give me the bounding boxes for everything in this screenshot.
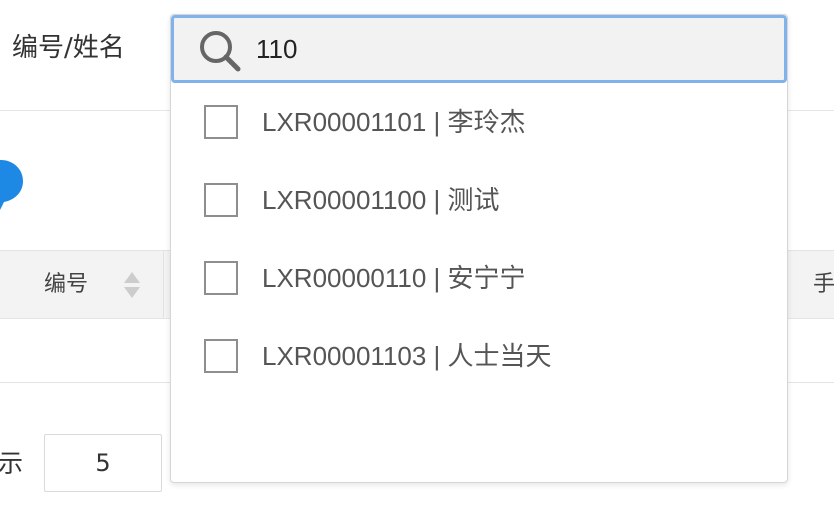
column-divider	[163, 251, 164, 318]
search-value: 110	[256, 34, 298, 64]
option-item[interactable]: LXR00001103 | 人士当天	[171, 322, 787, 390]
option-item[interactable]: LXR00001101 | 李玲杰	[171, 88, 787, 156]
option-label: LXR00001100 | 测试	[262, 185, 500, 215]
option-label: LXR00000110 | 安宁宁	[262, 263, 526, 293]
option-item[interactable]: LXR00001100 | 测试	[171, 166, 787, 234]
filter-label: 编号/姓名	[12, 33, 125, 63]
option-label: LXR00001101 | 李玲杰	[262, 107, 526, 137]
checkbox-icon[interactable]	[204, 105, 238, 139]
column-header-no[interactable]: 编号	[44, 251, 88, 318]
sort-icon[interactable]	[123, 270, 141, 300]
page: 编号/姓名 ? 编号 手 示 5 110 LXR00001101 | 李玲杰	[0, 0, 834, 520]
checkbox-icon[interactable]	[204, 261, 238, 295]
option-item[interactable]: LXR00000110 | 安宁宁	[171, 244, 787, 312]
help-icon[interactable]: ?	[0, 156, 24, 218]
search-dropdown: 110 LXR00001101 | 李玲杰 LXR00001100 | 测试 L…	[170, 14, 788, 483]
option-label: LXR00001103 | 人士当天	[262, 341, 552, 371]
page-size-label: 示	[0, 449, 24, 478]
page-size-input[interactable]: 5	[44, 434, 162, 492]
column-header-phone[interactable]: 手	[813, 251, 834, 318]
search-input[interactable]: 110	[171, 15, 787, 83]
svg-text:?: ?	[0, 167, 1, 197]
checkbox-icon[interactable]	[204, 183, 238, 217]
search-icon	[200, 31, 241, 72]
checkbox-icon[interactable]	[204, 339, 238, 373]
